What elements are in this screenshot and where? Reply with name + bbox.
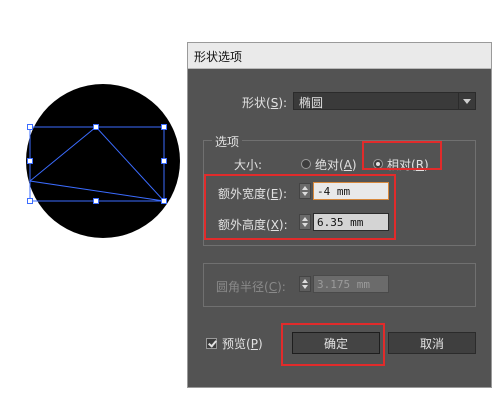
- handle-top-left: [27, 124, 33, 130]
- shape-select-value: 椭圆: [299, 96, 324, 110]
- extra-size-highlight: [204, 174, 396, 240]
- dialog-title: 形状选项: [194, 50, 243, 64]
- handle-top-right: [161, 124, 167, 130]
- ok-button-highlight: [281, 323, 385, 366]
- handle-bottom-left: [27, 198, 33, 204]
- preview-label[interactable]: 预览(P): [222, 335, 263, 352]
- triangle-path: [28, 126, 166, 202]
- arrow-up-icon: [302, 279, 308, 283]
- artwork-preview: [0, 0, 185, 418]
- handle-top-middle: [93, 124, 99, 130]
- preview-checkbox[interactable]: [206, 338, 217, 349]
- absolute-radio[interactable]: [301, 159, 311, 169]
- relative-option-highlight: [362, 141, 442, 170]
- corner-radius-label: 圆角半径(C):: [216, 280, 286, 294]
- handle-bottom-right: [161, 198, 167, 204]
- dialog-titlebar[interactable]: 形状选项: [188, 43, 491, 69]
- cancel-button[interactable]: 取消: [388, 332, 476, 354]
- corner-radius-stepper: [299, 276, 311, 292]
- handle-middle-right: [161, 158, 167, 164]
- bounding-handles[interactable]: [27, 124, 167, 204]
- options-group-label: 选项: [212, 133, 243, 150]
- triangle-selection[interactable]: [0, 0, 185, 418]
- absolute-label[interactable]: 绝对(A): [315, 156, 357, 173]
- shape-label: 形状(S):: [242, 96, 288, 110]
- size-label: 大小:: [234, 158, 263, 172]
- shape-select[interactable]: 椭圆: [293, 92, 476, 110]
- chevron-down-icon[interactable]: [458, 93, 475, 109]
- handle-middle-left: [27, 158, 33, 164]
- arrow-down-icon: [302, 285, 308, 289]
- corner-radius-field: 3.175 mm: [313, 275, 389, 293]
- handle-bottom-middle: [93, 198, 99, 204]
